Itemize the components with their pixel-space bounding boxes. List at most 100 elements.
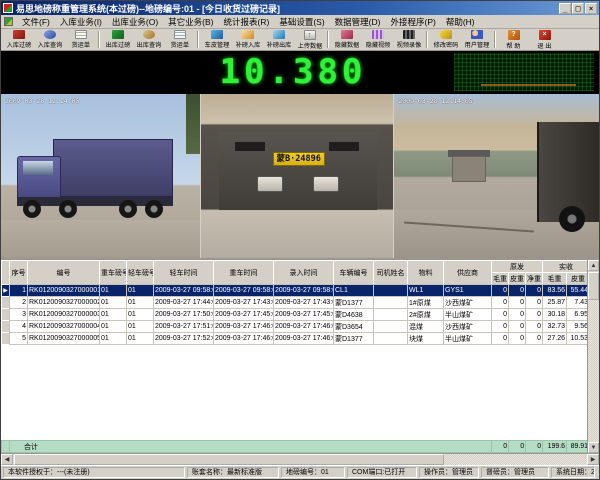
table-cell[interactable]: RK0120090327000002 bbox=[28, 297, 100, 309]
table-cell[interactable]: 01 bbox=[127, 321, 154, 333]
record-selector[interactable] bbox=[2, 297, 10, 309]
scroll-right-icon[interactable]: ▶ bbox=[587, 454, 599, 465]
column-header-9[interactable]: 物料 bbox=[408, 261, 444, 285]
toolbar-button-search-out[interactable]: 出库查询 bbox=[133, 29, 164, 50]
table-cell[interactable] bbox=[374, 333, 408, 345]
table-cell[interactable]: 30.18 bbox=[543, 309, 567, 321]
subcolumn-header-0-2[interactable]: 净重 bbox=[526, 273, 543, 285]
group-header-0[interactable]: 原发 bbox=[492, 261, 543, 273]
table-cell[interactable]: 0 bbox=[526, 285, 543, 297]
table-cell[interactable]: 2009-03-27 09:58:00 bbox=[274, 285, 334, 297]
table-cell[interactable]: 2009-03-27 17:50:00 bbox=[154, 309, 214, 321]
menu-item-2[interactable]: 出库业务(O) bbox=[107, 15, 163, 29]
table-cell[interactable]: 2009-03-27 17:43:00 bbox=[214, 297, 274, 309]
table-cell[interactable]: 01 bbox=[100, 333, 127, 345]
column-header-0[interactable]: 序号 bbox=[10, 261, 28, 285]
menu-item-1[interactable]: 入库业务(I) bbox=[55, 15, 107, 29]
table-cell[interactable]: 沙西煤矿 bbox=[444, 297, 492, 309]
table-cell[interactable]: 2#原煤 bbox=[408, 309, 444, 321]
table-cell[interactable]: 2009-03-27 17:46:00 bbox=[274, 321, 334, 333]
column-header-10[interactable]: 供应商 bbox=[444, 261, 492, 285]
table-cell[interactable]: 1#原煤 bbox=[408, 297, 444, 309]
table-cell[interactable]: 2009-03-27 17:51:00 bbox=[154, 321, 214, 333]
table-cell[interactable]: WL1 bbox=[408, 285, 444, 297]
table-cell[interactable]: 01 bbox=[127, 309, 154, 321]
toolbar-button-tare-manage[interactable]: 车皮管理 bbox=[201, 29, 232, 50]
table-cell[interactable]: 83.56 bbox=[543, 285, 567, 297]
column-header-7[interactable]: 车辆编号 bbox=[334, 261, 374, 285]
toolbar-button-hide-data[interactable]: 隐藏数据 bbox=[331, 29, 362, 50]
record-selector[interactable] bbox=[2, 309, 10, 321]
table-cell[interactable]: 2009-03-27 17:46:00 bbox=[274, 333, 334, 345]
toolbar-button-supplement-out[interactable]: 补磅出库 bbox=[263, 29, 294, 50]
toolbar-button-user-manage[interactable]: 用户管理 bbox=[461, 29, 492, 50]
table-cell[interactable]: RK0120090327000003 bbox=[28, 309, 100, 321]
table-cell[interactable]: 2009-03-27 17:45:00 bbox=[274, 309, 334, 321]
table-cell[interactable]: 0 bbox=[492, 285, 509, 297]
table-cell[interactable]: 01 bbox=[100, 297, 127, 309]
table-row[interactable]: 5RK012009032700000501012009-03-27 17:52:… bbox=[2, 333, 590, 345]
table-cell[interactable]: 0 bbox=[492, 297, 509, 309]
table-cell[interactable]: 2009-03-27 17:46:00 bbox=[214, 321, 274, 333]
table-cell[interactable]: 01 bbox=[127, 297, 154, 309]
table-cell[interactable]: 沙西煤矿 bbox=[444, 321, 492, 333]
table-cell[interactable]: 3 bbox=[10, 309, 28, 321]
table-cell[interactable]: 01 bbox=[100, 309, 127, 321]
column-header-3[interactable]: 轻车磅号 bbox=[127, 261, 154, 285]
scroll-up-icon[interactable]: ▲ bbox=[588, 260, 599, 271]
subcolumn-header-1-0[interactable]: 毛重 bbox=[543, 273, 567, 285]
menu-item-5[interactable]: 基础设置(S) bbox=[274, 15, 329, 29]
table-cell[interactable]: RK0120090327000004 bbox=[28, 321, 100, 333]
record-selector[interactable] bbox=[2, 333, 10, 345]
toolbar-button-waybill2[interactable]: 货运单 bbox=[164, 29, 195, 50]
scroll-down-icon[interactable]: ▼ bbox=[588, 442, 599, 453]
table-cell[interactable]: 蒙D1377 bbox=[334, 297, 374, 309]
table-cell[interactable]: 01 bbox=[127, 333, 154, 345]
table-row[interactable]: ▶1RK012009032700000101012009-03-27 09:58… bbox=[2, 285, 590, 297]
table-cell[interactable]: 32.73 bbox=[543, 321, 567, 333]
table-cell[interactable]: 0 bbox=[492, 333, 509, 345]
table-cell[interactable]: 4 bbox=[10, 321, 28, 333]
table-cell[interactable]: 0 bbox=[509, 321, 526, 333]
table-cell[interactable]: 0 bbox=[526, 333, 543, 345]
subcolumn-header-0-0[interactable]: 毛重 bbox=[492, 273, 509, 285]
table-cell[interactable]: 0 bbox=[526, 321, 543, 333]
toolbar-button-weigh-out[interactable]: 出库过磅 bbox=[102, 29, 133, 50]
column-header-6[interactable]: 录入时间 bbox=[274, 261, 334, 285]
table-cell[interactable]: 半山煤矿 bbox=[444, 309, 492, 321]
table-cell[interactable]: 2009-03-27 17:44:00 bbox=[154, 297, 214, 309]
table-cell[interactable]: 0 bbox=[509, 297, 526, 309]
table-cell[interactable]: 蒙D3654 bbox=[334, 321, 374, 333]
menu-item-4[interactable]: 统计报表(R) bbox=[219, 15, 275, 29]
toolbar-button-search-in[interactable]: 入库查询 bbox=[34, 29, 65, 50]
table-cell[interactable]: RK0120090327000005 bbox=[28, 333, 100, 345]
toolbar-button-upload[interactable]: ↑上传数据 bbox=[294, 29, 325, 50]
table-cell[interactable]: 0 bbox=[509, 333, 526, 345]
horizontal-scroll-thumb[interactable] bbox=[14, 454, 444, 465]
scroll-left-icon[interactable]: ◀ bbox=[1, 454, 13, 465]
close-button[interactable]: × bbox=[585, 3, 597, 14]
table-cell[interactable]: 2 bbox=[10, 297, 28, 309]
column-header-4[interactable]: 轻车时间 bbox=[154, 261, 214, 285]
table-cell[interactable]: 蒙D1377 bbox=[334, 333, 374, 345]
toolbar-button-exit[interactable]: ×退 出 bbox=[529, 29, 560, 50]
menu-item-8[interactable]: 帮助(H) bbox=[441, 15, 480, 29]
subcolumn-header-0-1[interactable]: 皮重 bbox=[509, 273, 526, 285]
table-cell[interactable]: 0 bbox=[492, 309, 509, 321]
minimize-button[interactable]: _ bbox=[559, 3, 571, 14]
toolbar-button-waybill[interactable]: 货运单 bbox=[65, 29, 96, 50]
table-cell[interactable]: 01 bbox=[100, 321, 127, 333]
table-cell[interactable]: 0 bbox=[492, 321, 509, 333]
menu-item-6[interactable]: 数据管理(D) bbox=[330, 15, 386, 29]
table-cell[interactable]: 25.87 bbox=[543, 297, 567, 309]
toolbar-button-hide-video[interactable]: 隐藏视频 bbox=[362, 29, 393, 50]
column-header-8[interactable]: 司机姓名 bbox=[374, 261, 408, 285]
maximize-button[interactable]: □ bbox=[572, 3, 584, 14]
table-cell[interactable]: 2009-03-27 17:45:00 bbox=[214, 309, 274, 321]
vertical-scrollbar[interactable]: ▲ ▼ bbox=[587, 260, 599, 453]
table-row[interactable]: 4RK012009032700000401012009-03-27 17:51:… bbox=[2, 321, 590, 333]
table-cell[interactable]: 1 bbox=[10, 285, 28, 297]
table-cell[interactable]: 01 bbox=[100, 285, 127, 297]
table-cell[interactable] bbox=[374, 285, 408, 297]
table-cell[interactable]: 混煤 bbox=[408, 321, 444, 333]
